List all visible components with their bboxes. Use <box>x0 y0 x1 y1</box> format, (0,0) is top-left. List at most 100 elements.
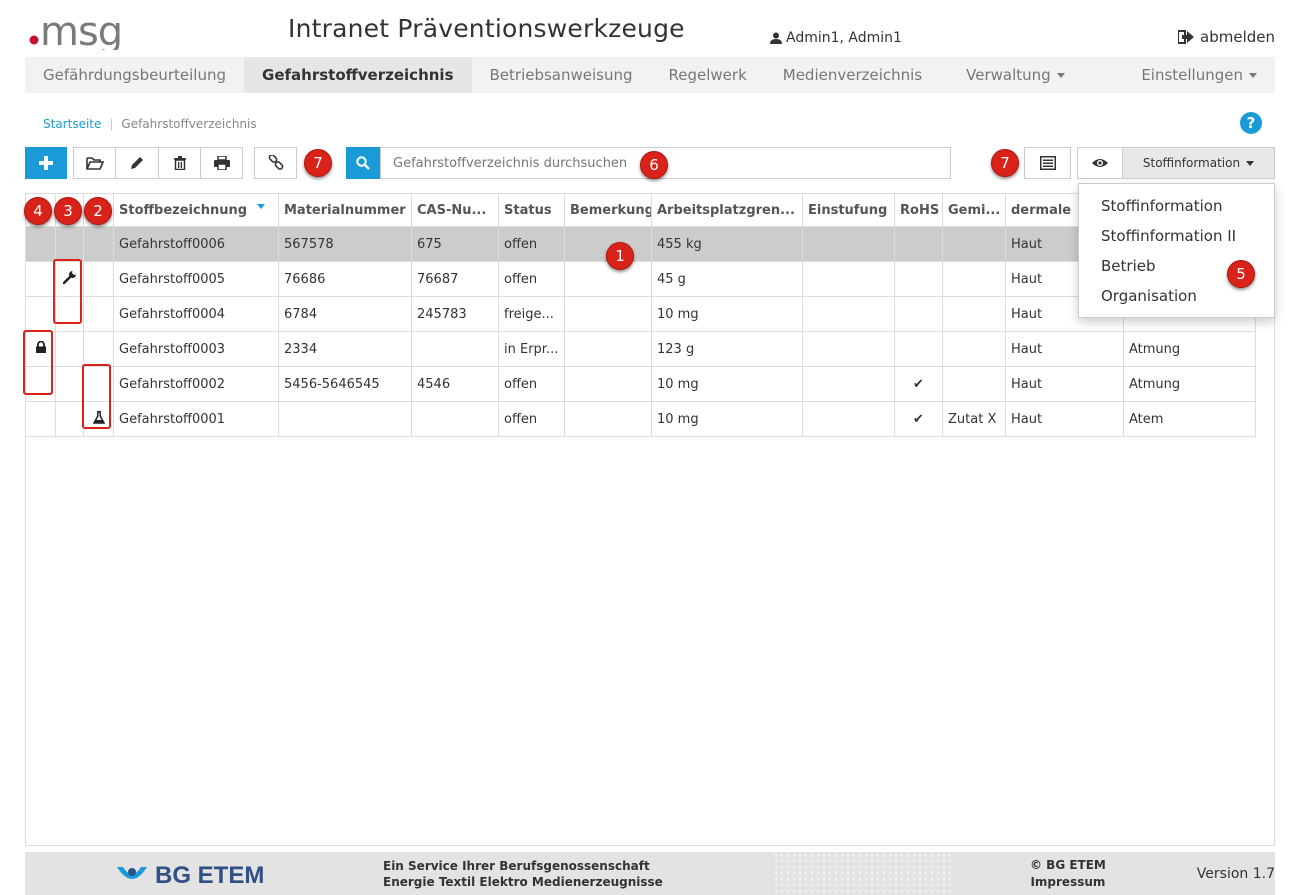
cell-bemerkung <box>564 366 652 402</box>
dropdown-item-stoffinformation[interactable]: Stoffinformation <box>1079 194 1274 224</box>
cell-einstufung <box>802 296 895 332</box>
flask-cell <box>83 261 114 297</box>
link-icon <box>268 155 283 170</box>
nav-item-einstellungen[interactable]: Einstellungen <box>1123 57 1275 93</box>
header-status[interactable]: Status <box>498 193 565 227</box>
nav-label: Regelwerk <box>668 66 747 84</box>
main-nav: Gefährdungsbeurteilung Gefahrstoffverzei… <box>25 57 1275 93</box>
cell-cas <box>411 401 499 437</box>
cell-agw: 455 kg <box>651 226 803 262</box>
cell-rohs <box>894 226 943 262</box>
view-select[interactable]: Stoffinformation <box>1122 147 1275 179</box>
logout-label: abmelden <box>1200 28 1275 46</box>
breadcrumb-home[interactable]: Startseite <box>43 117 101 131</box>
help-icon[interactable]: ? <box>1240 112 1262 134</box>
footer-version: Version 1.7 <box>1196 866 1275 882</box>
header-gemisch[interactable]: Gemi... <box>942 193 1006 227</box>
table-row[interactable]: Gefahrstoff0006 567578 675 offen 455 kg … <box>25 226 1256 262</box>
link-button[interactable] <box>254 147 297 179</box>
hazardous-substances-table: Stoffbezeichnung Materialnummer CAS-Nu..… <box>25 193 1256 437</box>
header-label: Stoffbezeichnung <box>119 202 248 218</box>
caret-down-icon <box>1056 72 1065 78</box>
folder-open-icon <box>85 157 104 170</box>
cell-last: Atem <box>1123 401 1256 437</box>
cell-einstufung <box>802 366 895 402</box>
pencil-icon <box>131 157 143 169</box>
footer-brand: BG ETEM <box>155 862 265 889</box>
flask-cell <box>83 226 114 262</box>
cell-cas: 76687 <box>411 261 499 297</box>
app-title: Intranet Präventionswerkzeuge <box>288 14 685 43</box>
nav-item-gefahrstoffverzeichnis[interactable]: Gefahrstoffverzeichnis <box>244 57 472 93</box>
bg-etem-emblem-icon <box>117 867 147 879</box>
cell-rohs: ✔ <box>894 401 943 437</box>
delete-button[interactable] <box>158 147 201 179</box>
cell-agw: 123 g <box>651 331 803 367</box>
cell-rohs <box>894 261 943 297</box>
badge-7-toolbar: 7 <box>304 149 332 177</box>
plus-icon <box>39 156 53 170</box>
nav-label: Gefahrstoffverzeichnis <box>262 66 454 84</box>
cell-status: offen <box>498 401 565 437</box>
cell-materialnummer: 6784 <box>278 296 412 332</box>
print-button[interactable] <box>200 147 243 179</box>
flask-column-highlight <box>82 364 111 429</box>
nav-item-betriebsanweisung[interactable]: Betriebsanweisung <box>472 57 651 93</box>
header-materialnummer[interactable]: Materialnummer <box>278 193 412 227</box>
nav-item-gefaehrdungsbeurteilung[interactable]: Gefährdungsbeurteilung <box>25 57 244 93</box>
table-row[interactable]: Gefahrstoff0003 2334 in Erpr... 123 g Ha… <box>25 331 1256 367</box>
header-rohs[interactable]: RoHS <box>894 193 943 227</box>
badge-2: 2 <box>84 197 112 225</box>
table-row[interactable]: Gefahrstoff0002 5456-5646545 4546 offen … <box>25 366 1256 402</box>
table-row[interactable]: Gefahrstoff0005 76686 76687 offen 45 g H… <box>25 261 1256 297</box>
badge-1: 1 <box>606 242 634 270</box>
bg-etem-logo: BG ETEM <box>115 862 264 890</box>
header-arbeitsplatzgrenzwert[interactable]: Arbeitsplatzgren... <box>651 193 803 227</box>
add-button[interactable] <box>25 147 67 179</box>
caret-down-icon <box>1249 72 1257 78</box>
cell-rohs <box>894 296 943 332</box>
dropdown-item-organisation[interactable]: Organisation <box>1079 284 1274 314</box>
nav-item-medienverzeichnis[interactable]: Medienverzeichnis <box>765 57 940 93</box>
header-einstufung[interactable]: Einstufung <box>802 193 895 227</box>
footer-service-line1: Ein Service Ihrer Berufsgenossenschaft <box>383 859 650 873</box>
cell-gemisch <box>942 331 1006 367</box>
cell-materialnummer <box>278 401 412 437</box>
help-glyph: ? <box>1246 114 1256 132</box>
view-dropdown-menu: Stoffinformation Stoffinformation II Bet… <box>1078 183 1275 318</box>
edit-button[interactable] <box>115 147 159 179</box>
view-select-label: Stoffinformation <box>1142 156 1241 170</box>
nav-item-verwaltung[interactable]: Verwaltung <box>948 57 1083 93</box>
header-cas-nummer[interactable]: CAS-Nu... <box>411 193 499 227</box>
nav-item-regelwerk[interactable]: Regelwerk <box>651 57 765 93</box>
cell-materialnummer: 2334 <box>278 331 412 367</box>
cell-materialnummer: 567578 <box>278 226 412 262</box>
cell-agw: 10 mg <box>651 296 803 332</box>
header-stoffbezeichnung[interactable]: Stoffbezeichnung <box>113 193 279 227</box>
table-row[interactable]: Gefahrstoff0001 offen 10 mg ✔ Zutat X Ha… <box>25 401 1256 437</box>
cell-bemerkung <box>564 401 652 437</box>
header-bemerkung[interactable]: Bemerkung <box>564 193 652 227</box>
impressum-link[interactable]: Impressum <box>1030 874 1106 891</box>
cell-stoffbezeichnung: Gefahrstoff0003 <box>113 331 279 367</box>
search-button[interactable] <box>346 147 380 179</box>
user-icon <box>770 32 782 44</box>
cell-stoffbezeichnung: Gefahrstoff0005 <box>113 261 279 297</box>
column-list-button[interactable] <box>1024 147 1071 179</box>
cell-agw: 10 mg <box>651 366 803 402</box>
printer-icon <box>213 156 230 170</box>
open-button[interactable] <box>73 147 116 179</box>
breadcrumb-separator: | <box>109 117 114 131</box>
cell-status: offen <box>498 366 565 402</box>
cell-rohs: ✔ <box>894 366 943 402</box>
view-toggle-button[interactable] <box>1077 147 1123 179</box>
flask-cell <box>83 296 114 332</box>
user-name: Admin1, Admin1 <box>786 30 902 46</box>
logout-link[interactable]: abmelden <box>1178 28 1275 46</box>
nav-label: Einstellungen <box>1141 66 1243 84</box>
table-row[interactable]: Gefahrstoff0004 6784 245783 freige... 10… <box>25 296 1256 332</box>
msg-logo: msg <box>29 9 123 50</box>
dropdown-item-stoffinformation-2[interactable]: Stoffinformation II <box>1079 224 1274 254</box>
cell-cas <box>411 331 499 367</box>
wrench-cell <box>55 401 84 437</box>
